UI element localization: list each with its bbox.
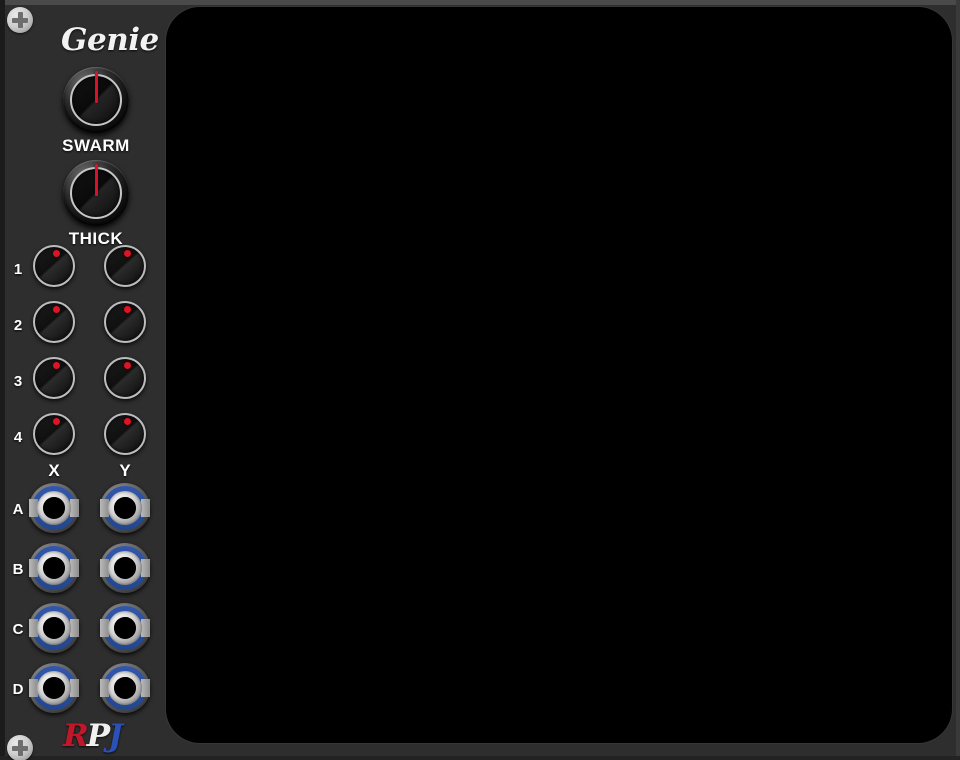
knob-swarm[interactable]: SWARM: [56, 67, 136, 156]
jack-c-x-tab-right: [70, 619, 79, 637]
knob-4-y[interactable]: [104, 413, 146, 455]
knob-1-x-indicator: [53, 250, 60, 257]
knob-thick-body[interactable]: [63, 160, 129, 226]
jack-d-x-tab-right: [70, 679, 79, 697]
jack-b-y-tab-right: [141, 559, 150, 577]
jack-d-x-hole: [43, 677, 65, 699]
column-header-x: X: [48, 461, 60, 480]
knob-1-y[interactable]: [104, 245, 146, 287]
knob-3-y-indicator: [124, 362, 131, 369]
genie-module: Genie SWARM THICK 1 2 3 4 X Y A B C D RP…: [0, 0, 960, 760]
knob-row-label-1: 1: [13, 261, 23, 278]
knob-2-y[interactable]: [104, 301, 146, 343]
control-panel: Genie SWARM THICK 1 2 3 4 X Y A B C D RP…: [5, 5, 165, 760]
jack-c-x-hole: [43, 617, 65, 639]
screw-icon-bottom-left: [7, 735, 33, 760]
knob-swarm-pointer: [94, 71, 98, 103]
jack-b-x[interactable]: [29, 543, 79, 593]
knob-swarm-label: SWARM: [62, 136, 130, 155]
jack-row-label-b: B: [12, 561, 24, 578]
jack-a-y-hole: [114, 497, 136, 519]
knob-2-x-indicator: [53, 306, 60, 313]
frame-edge-right: [956, 0, 960, 760]
knob-3-y[interactable]: [104, 357, 146, 399]
jack-a-x-hole: [43, 497, 65, 519]
designer-signature: RPJ: [63, 717, 123, 755]
knob-row-label-3: 3: [13, 373, 23, 390]
knob-3-x[interactable]: [33, 357, 75, 399]
knob-1-x[interactable]: [33, 245, 75, 287]
knob-swarm-body[interactable]: [63, 67, 129, 133]
knob-4-y-indicator: [124, 418, 131, 425]
brand-logo: Genie: [61, 22, 159, 58]
jack-d-x[interactable]: [29, 663, 79, 713]
jack-c-y[interactable]: [100, 603, 150, 653]
jack-c-x[interactable]: [29, 603, 79, 653]
knob-2-x[interactable]: [33, 301, 75, 343]
signature-letter-j: J: [108, 718, 123, 754]
signature-letter-r: R: [63, 718, 89, 754]
signature-letter-p: P: [86, 718, 110, 754]
knob-3-x-indicator: [53, 362, 60, 369]
jack-d-y-tab-right: [141, 679, 150, 697]
knob-thick-pointer: [94, 164, 98, 196]
jack-b-y-hole: [114, 557, 136, 579]
knob-2-y-indicator: [124, 306, 131, 313]
main-display-screen[interactable]: [166, 7, 952, 743]
jack-a-y[interactable]: [100, 483, 150, 533]
frame-edge-bottom: [0, 756, 960, 760]
jack-row-label-a: A: [12, 501, 24, 518]
jack-d-y[interactable]: [100, 663, 150, 713]
jack-a-x-tab-right: [70, 499, 79, 517]
column-header-y: Y: [119, 461, 131, 480]
jack-a-x[interactable]: [29, 483, 79, 533]
jack-a-y-tab-right: [141, 499, 150, 517]
screw-icon-top-left: [7, 7, 33, 33]
jack-b-y[interactable]: [100, 543, 150, 593]
jack-row-label-d: D: [12, 681, 24, 698]
knob-1-y-indicator: [124, 250, 131, 257]
jack-c-y-hole: [114, 617, 136, 639]
knob-row-label-4: 4: [13, 429, 23, 446]
jack-b-x-tab-right: [70, 559, 79, 577]
jack-b-x-hole: [43, 557, 65, 579]
jack-d-y-hole: [114, 677, 136, 699]
knob-thick[interactable]: THICK: [56, 160, 136, 249]
knob-row-label-2: 2: [13, 317, 23, 334]
jack-c-y-tab-right: [141, 619, 150, 637]
knob-4-x[interactable]: [33, 413, 75, 455]
jack-row-label-c: C: [12, 621, 24, 638]
knob-4-x-indicator: [53, 418, 60, 425]
